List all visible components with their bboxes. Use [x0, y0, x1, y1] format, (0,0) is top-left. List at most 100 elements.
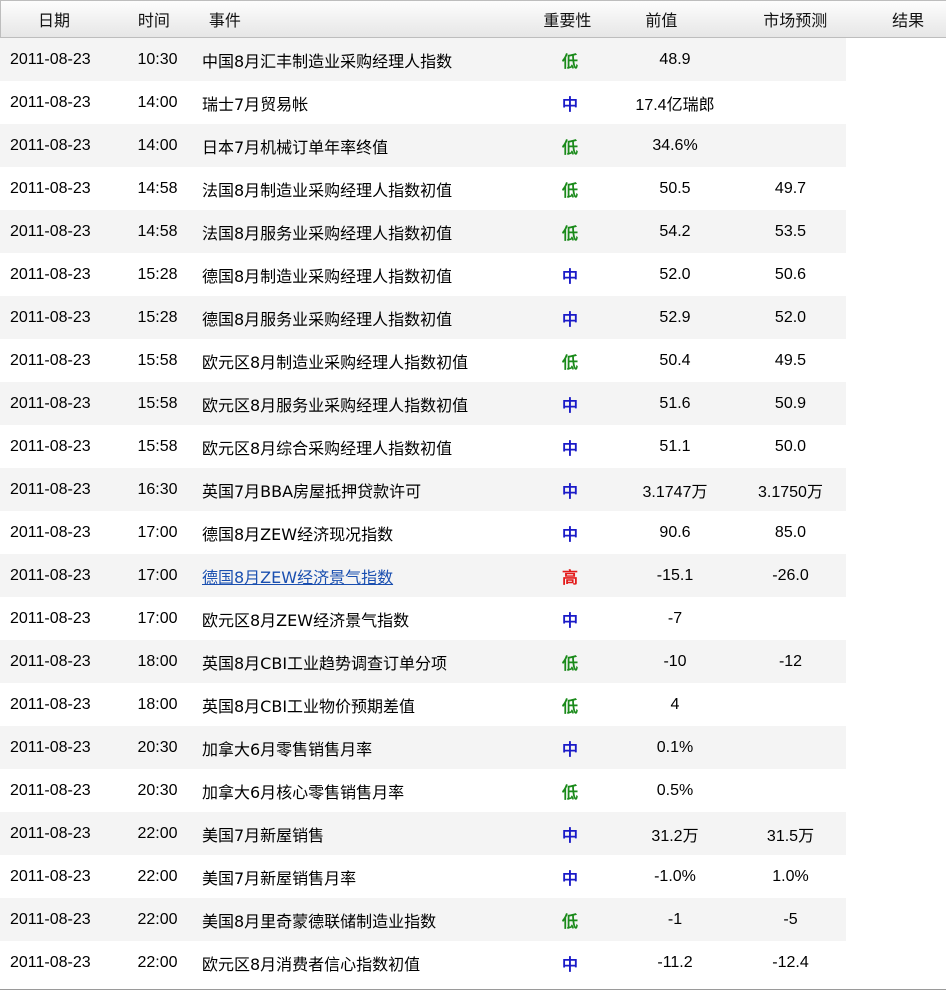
table-row: 2011-08-23 14:58 法国8月制造业采购经理人指数初值 低 50.5 49.7	[0, 167, 846, 210]
row-previous: 51.1	[659, 437, 691, 455]
row-event: 瑞士7月贸易帐	[202, 94, 309, 114]
table-row: 2011-08-23 22:00 美国7月新屋销售 中 31.2万 31.5万	[0, 812, 846, 855]
row-date: 2011-08-23	[10, 910, 91, 928]
row-previous: 3.1747万	[642, 483, 708, 501]
row-date: 2011-08-23	[10, 738, 91, 756]
row-event: 欧元区8月消费者信心指数初值	[202, 954, 421, 974]
table-row: 2011-08-23 17:00 欧元区8月ZEW经济景气指数 中 -7	[0, 597, 846, 640]
row-event: 日本7月机械订单年率终值	[202, 137, 389, 157]
row-event: 欧元区8月综合采购经理人指数初值	[202, 438, 453, 458]
importance-badge: 中	[561, 610, 578, 630]
row-previous: 90.6	[659, 523, 691, 541]
table-row: 2011-08-23 17:00 德国8月ZEW经济景气指数 高 -15.1 -26.0	[0, 554, 846, 597]
header-previous[interactable]: 前值	[615, 7, 735, 31]
row-time: 20:30	[137, 781, 178, 799]
row-forecast: 53.5	[774, 222, 807, 240]
table-row: 2011-08-23 15:58 欧元区8月综合采购经理人指数初值 中 51.1 50.0	[0, 425, 846, 468]
row-time: 10:30	[137, 50, 178, 68]
row-previous: 4	[670, 695, 680, 713]
header-event[interactable]: 事件	[196, 7, 526, 31]
row-date: 2011-08-23	[10, 394, 91, 412]
row-date: 2011-08-23	[10, 867, 91, 885]
row-previous: 34.6%	[652, 136, 698, 154]
row-event: 中国8月汇丰制造业采购经理人指数	[202, 51, 453, 71]
row-date: 2011-08-23	[10, 136, 91, 154]
row-date: 2011-08-23	[10, 781, 91, 799]
table-row: 2011-08-23 14:58 法国8月服务业采购经理人指数初值 低 54.2 53.5	[0, 210, 846, 253]
importance-badge: 低	[561, 653, 578, 673]
header-time[interactable]: 时间	[121, 7, 196, 31]
importance-badge: 中	[561, 825, 578, 845]
row-previous: 17.4亿瑞郎	[635, 96, 715, 114]
row-time: 22:00	[137, 953, 178, 971]
row-time: 22:00	[137, 910, 178, 928]
table-header: 日期 时间 事件 重要性 前值 市场预测 结果	[0, 0, 946, 38]
event-link[interactable]: 德国8月ZEW经济景气指数	[202, 568, 393, 587]
row-previous: 50.4	[659, 351, 691, 369]
importance-badge: 低	[561, 51, 578, 71]
row-event: 美国7月新屋销售月率	[202, 868, 357, 888]
row-previous: -1.0%	[654, 867, 696, 885]
importance-badge: 中	[561, 739, 578, 759]
row-forecast: 50.9	[774, 394, 807, 412]
importance-badge: 中	[561, 266, 578, 286]
row-time: 17:00	[137, 609, 178, 627]
row-event: 德国8月服务业采购经理人指数初值	[202, 309, 453, 329]
row-event: 德国8月ZEW经济现况指数	[202, 524, 394, 544]
row-forecast: 3.1750万	[758, 483, 823, 501]
row-event: 德国8月制造业采购经理人指数初值	[202, 266, 453, 286]
row-forecast: -12.4	[772, 953, 809, 971]
row-event: 加拿大6月零售销售月率	[202, 739, 373, 759]
row-forecast: 31.5万	[766, 827, 815, 845]
row-forecast: 50.0	[774, 437, 807, 455]
row-date: 2011-08-23	[10, 609, 91, 627]
row-date: 2011-08-23	[10, 824, 91, 842]
row-previous: -11.2	[657, 953, 693, 971]
importance-badge: 低	[561, 911, 578, 931]
row-date: 2011-08-23	[10, 222, 91, 240]
row-date: 2011-08-23	[10, 523, 91, 541]
row-forecast: 49.7	[774, 179, 807, 197]
importance-badge: 中	[561, 954, 578, 974]
row-forecast: 1.0%	[772, 867, 809, 885]
importance-badge: 低	[561, 137, 578, 157]
table-row: 2011-08-23 22:00 美国8月里奇蒙德联储制造业指数 低 -1 -5	[0, 898, 846, 941]
row-time: 18:00	[137, 695, 178, 713]
row-time: 16:30	[137, 480, 178, 498]
row-forecast: 85.0	[774, 523, 807, 541]
row-time: 17:00	[137, 566, 178, 584]
row-previous: -10	[663, 652, 687, 670]
row-previous: 50.5	[659, 179, 691, 197]
row-forecast: -5	[783, 910, 798, 928]
row-time: 15:28	[137, 265, 178, 283]
importance-badge: 低	[561, 180, 578, 200]
row-date: 2011-08-23	[10, 50, 91, 68]
table-row: 2011-08-23 16:30 英国7月BBA房屋抵押贷款许可 中 3.1747万 3.…	[0, 468, 846, 511]
importance-badge: 高	[561, 567, 578, 587]
row-forecast: 49.5	[774, 351, 807, 369]
row-date: 2011-08-23	[10, 566, 91, 584]
table-body: 2011-08-23 10:30 中国8月汇丰制造业采购经理人指数低 48.9 2011…	[0, 38, 946, 984]
row-previous: 54.2	[659, 222, 691, 240]
row-event: 美国8月里奇蒙德联储制造业指数	[202, 911, 437, 931]
header-forecast[interactable]: 市场预测	[735, 7, 860, 31]
row-time: 22:00	[137, 824, 178, 842]
row-previous: -1	[667, 910, 683, 928]
table-bottom-border	[0, 989, 946, 990]
header-result[interactable]: 结果	[860, 7, 946, 31]
importance-badge: 中	[561, 868, 578, 888]
table-row: 2011-08-23 20:30 加拿大6月零售销售月率 中 0.1%	[0, 726, 846, 769]
row-event: 法国8月服务业采购经理人指数初值	[202, 223, 453, 243]
row-previous: 52.9	[659, 308, 691, 326]
table-row: 2011-08-23 18:00 英国8月CBI工业物价预期差值 低 4	[0, 683, 846, 726]
row-event[interactable]: 德国8月ZEW经济景气指数	[195, 564, 525, 588]
row-time: 15:58	[137, 394, 178, 412]
table-row: 2011-08-23 20:30 加拿大6月核心零售销售月率 低 0.5%	[0, 769, 846, 812]
importance-badge: 中	[561, 309, 578, 329]
row-date: 2011-08-23	[10, 265, 91, 283]
row-previous: -15.1	[656, 566, 694, 584]
table-row: 2011-08-23 14:00 瑞士7月贸易帐 中 17.4亿瑞郎	[0, 81, 846, 124]
table-row: 2011-08-23 15:58 欧元区8月制造业采购经理人指数初值 低 50.4 49.…	[0, 339, 846, 382]
header-importance[interactable]: 重要性	[525, 7, 615, 31]
header-date[interactable]: 日期	[1, 7, 121, 31]
